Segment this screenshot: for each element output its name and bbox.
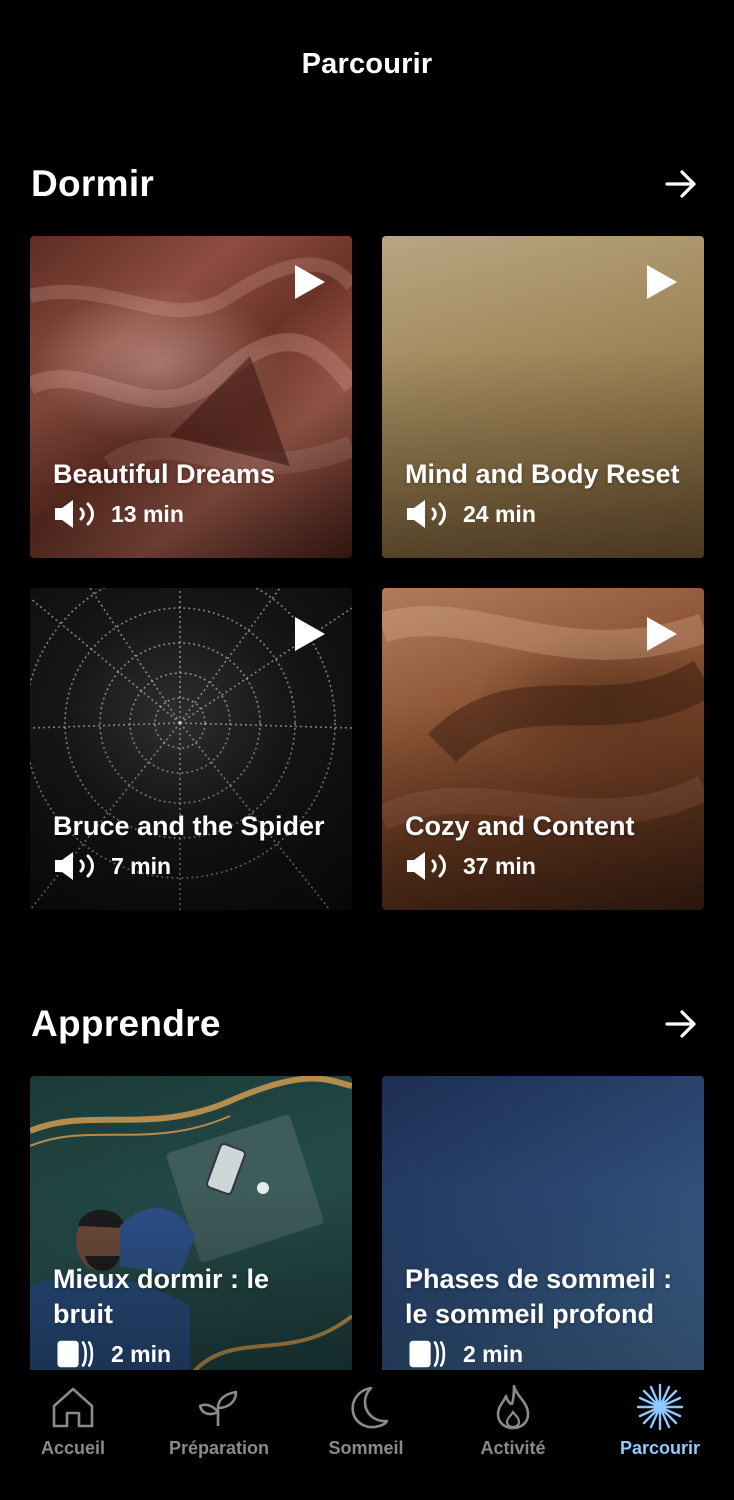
card-duration: 7 min [111, 852, 172, 879]
card-title: Phases de sommeil : le sommeil profond [405, 1264, 673, 1329]
nav-label: Accueil [40, 1438, 106, 1458]
card-info: Cozy and Content 37 min [405, 809, 684, 882]
nav-label: Sommeil [328, 1438, 404, 1458]
section-title: Dormir [31, 163, 155, 204]
card-meta: 24 min [405, 498, 684, 530]
card-info: Bruce and the Spider 7 min [53, 809, 332, 882]
speaker-icon [55, 500, 94, 528]
browse-scroll-area[interactable]: Parcourir Dormir Beautiful Dreams 13 min… [0, 0, 734, 1370]
play-icon[interactable] [294, 616, 326, 652]
moon-icon [351, 1386, 389, 1429]
card-title: Mieux dormir : le bruit [53, 1264, 270, 1329]
card-title: Mind and Body Reset [405, 459, 680, 489]
card-meta: 2 min [405, 1338, 684, 1370]
play-icon[interactable] [646, 264, 678, 300]
card-info: Mind and Body Reset 24 min [405, 457, 684, 530]
nav-item-parcourir[interactable]: Parcourir [587, 1382, 733, 1482]
nav-label: Parcourir [619, 1438, 701, 1458]
content-card-beautiful-dreams[interactable]: Beautiful Dreams 13 min [30, 236, 352, 558]
card-duration: 2 min [111, 1340, 172, 1367]
flame-icon [496, 1384, 530, 1430]
card-duration: 37 min [463, 852, 536, 879]
speaker-icon [407, 500, 446, 528]
cards-stack-icon [57, 1340, 94, 1368]
section-title: Apprendre [31, 1003, 221, 1044]
card-meta: 13 min [53, 498, 332, 530]
card-duration: 13 min [111, 500, 184, 527]
cards-stack-icon [409, 1340, 446, 1368]
card-title: Cozy and Content [405, 811, 635, 841]
card-info: Phases de sommeil : le sommeil profond 2… [405, 1262, 684, 1370]
card-title: Bruce and the Spider [53, 811, 325, 841]
card-title: Beautiful Dreams [53, 459, 276, 489]
section-header-dormir: Dormir [31, 163, 698, 207]
bottom-navigation: Accueil Préparation Sommeil Activité Par… [0, 1370, 734, 1500]
card-meta: 2 min [53, 1338, 332, 1370]
sprout-icon [198, 1390, 238, 1426]
nav-label: Préparation [168, 1438, 270, 1458]
card-duration: 24 min [463, 500, 536, 527]
sparkle-icon [636, 1383, 684, 1431]
play-icon[interactable] [646, 616, 678, 652]
nav-label: Activité [480, 1438, 546, 1458]
page-title: Parcourir [301, 48, 433, 80]
content-card-mieux-dormir-le-bruit[interactable]: Mieux dormir : le bruit 2 min [30, 1076, 352, 1370]
speaker-icon [407, 852, 446, 880]
nav-item-sommeil[interactable]: Sommeil [293, 1382, 439, 1482]
nav-item-activite[interactable]: Activité [440, 1382, 586, 1482]
content-card-mind-and-body-reset[interactable]: Mind and Body Reset 24 min [382, 236, 704, 558]
section-header-apprendre: Apprendre [31, 1003, 698, 1047]
arrow-right-icon[interactable] [664, 167, 698, 201]
content-card-bruce-and-the-spider[interactable]: Bruce and the Spider 7 min [30, 588, 352, 910]
arrow-right-icon[interactable] [664, 1007, 698, 1041]
play-icon[interactable] [294, 264, 326, 300]
nav-item-preparation[interactable]: Préparation [146, 1382, 292, 1482]
card-meta: 7 min [53, 850, 332, 882]
top-bar: Parcourir [0, 0, 734, 130]
nav-item-accueil[interactable]: Accueil [0, 1382, 146, 1482]
card-duration: 2 min [463, 1340, 524, 1367]
card-info: Beautiful Dreams 13 min [53, 457, 332, 530]
home-icon [52, 1387, 94, 1428]
card-meta: 37 min [405, 850, 684, 882]
content-card-cozy-and-content[interactable]: Cozy and Content 37 min [382, 588, 704, 910]
content-card-phases-de-sommeil[interactable]: Phases de sommeil : le sommeil profond 2… [382, 1076, 704, 1370]
speaker-icon [55, 852, 94, 880]
card-info: Mieux dormir : le bruit 2 min [53, 1262, 332, 1370]
